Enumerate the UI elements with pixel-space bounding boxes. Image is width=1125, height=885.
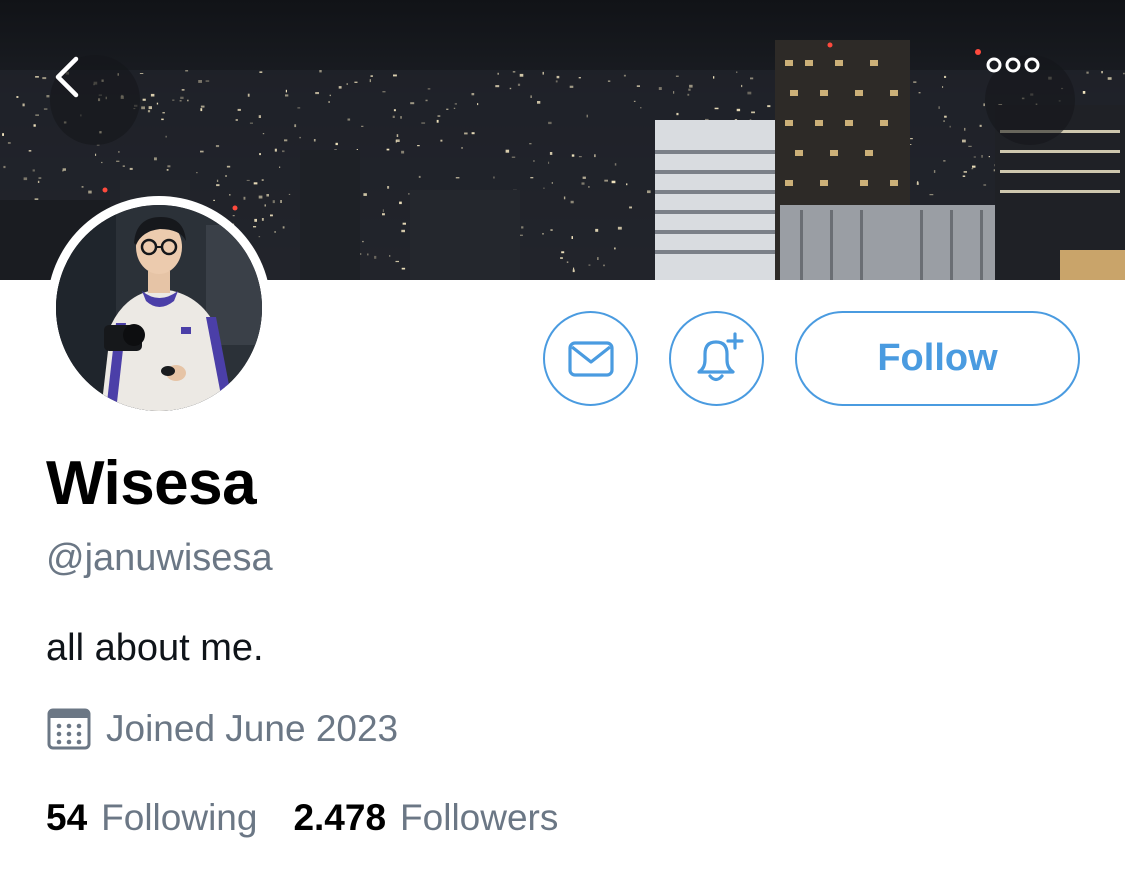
profile-page: Follow Wisesa @januwisesa all about me. … (0, 0, 1125, 885)
message-button[interactable] (543, 311, 638, 406)
followers-count: 2.478 (293, 797, 387, 838)
join-date: Joined June 2023 (46, 706, 398, 752)
followers-label: Followers (400, 797, 559, 838)
username-handle: @januwisesa (46, 537, 273, 579)
following-link[interactable]: 54 Following (46, 797, 257, 839)
join-date-text: Joined June 2023 (106, 708, 399, 749)
more-icon (986, 57, 1040, 73)
followers-link[interactable]: 2.478 Followers (293, 797, 558, 839)
avatar[interactable] (47, 196, 271, 420)
bio-text: all about me. (46, 627, 264, 669)
calendar-icon (47, 708, 91, 750)
chevron-left-icon (55, 56, 79, 98)
back-button[interactable] (50, 55, 140, 145)
bell-plus-icon (696, 331, 744, 381)
notifications-button[interactable] (669, 311, 764, 406)
avatar-photo (56, 205, 262, 411)
follow-button[interactable]: Follow (795, 311, 1080, 406)
display-name: Wisesa (46, 449, 257, 518)
following-label: Following (101, 797, 258, 838)
following-count: 54 (46, 797, 88, 838)
more-options-button[interactable] (985, 55, 1075, 145)
envelope-icon (567, 340, 614, 377)
follow-stats: 54 Following 2.478 Followers (46, 797, 558, 839)
